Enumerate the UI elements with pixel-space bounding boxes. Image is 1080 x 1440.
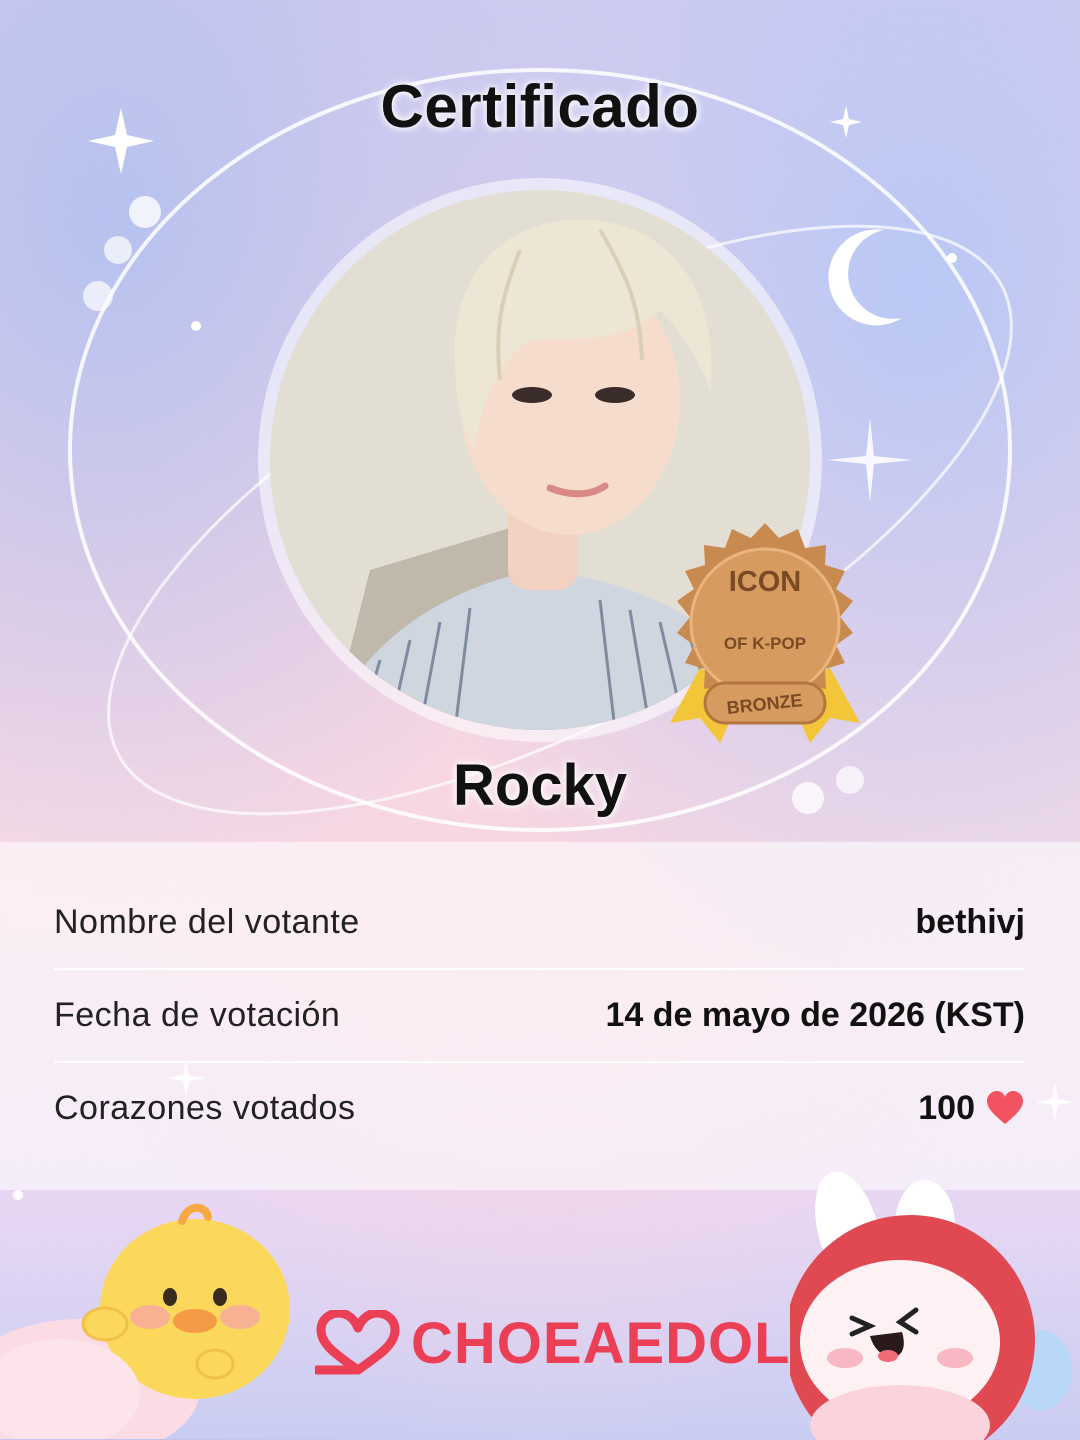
brand-name: CHOEAEDOL <box>411 1310 791 1376</box>
idol-name: Rocky <box>452 753 628 818</box>
bunny-mascot <box>790 1171 1072 1440</box>
voter-name-value: bethivj <box>915 902 1025 941</box>
choeaedol-brand: CHOEAEDOL <box>315 1308 791 1378</box>
choeaedol-heart-logo-icon <box>315 1310 400 1375</box>
bronze-badge: ICON OF K-POP BRONZE <box>670 523 860 743</box>
hearts-voted-value-wrap: 100 <box>918 1089 1025 1128</box>
badge-line1: ICON <box>729 566 802 598</box>
hearts-voted-row: Corazones votados 100 <box>54 1062 1025 1154</box>
vote-date-label: Fecha de votación <box>54 995 341 1034</box>
certificate-title: Certificado <box>380 73 700 140</box>
badge-line2: OF K-POP <box>724 634 806 653</box>
duck-mascot <box>0 1203 290 1439</box>
moon-icon <box>828 229 902 326</box>
heart-icon <box>987 1091 1023 1124</box>
hearts-voted-value: 100 <box>918 1088 975 1127</box>
vote-date-value: 14 de mayo de 2026 (KST) <box>605 995 1025 1034</box>
voter-name-row: Nombre del votante bethivj <box>54 876 1025 968</box>
sparkle-icon <box>827 417 913 503</box>
voter-name-label: Nombre del votante <box>54 902 360 941</box>
hearts-voted-label: Corazones votados <box>54 1088 356 1127</box>
vote-date-row: Fecha de votación 14 de mayo de 2026 (KS… <box>54 969 1025 1061</box>
